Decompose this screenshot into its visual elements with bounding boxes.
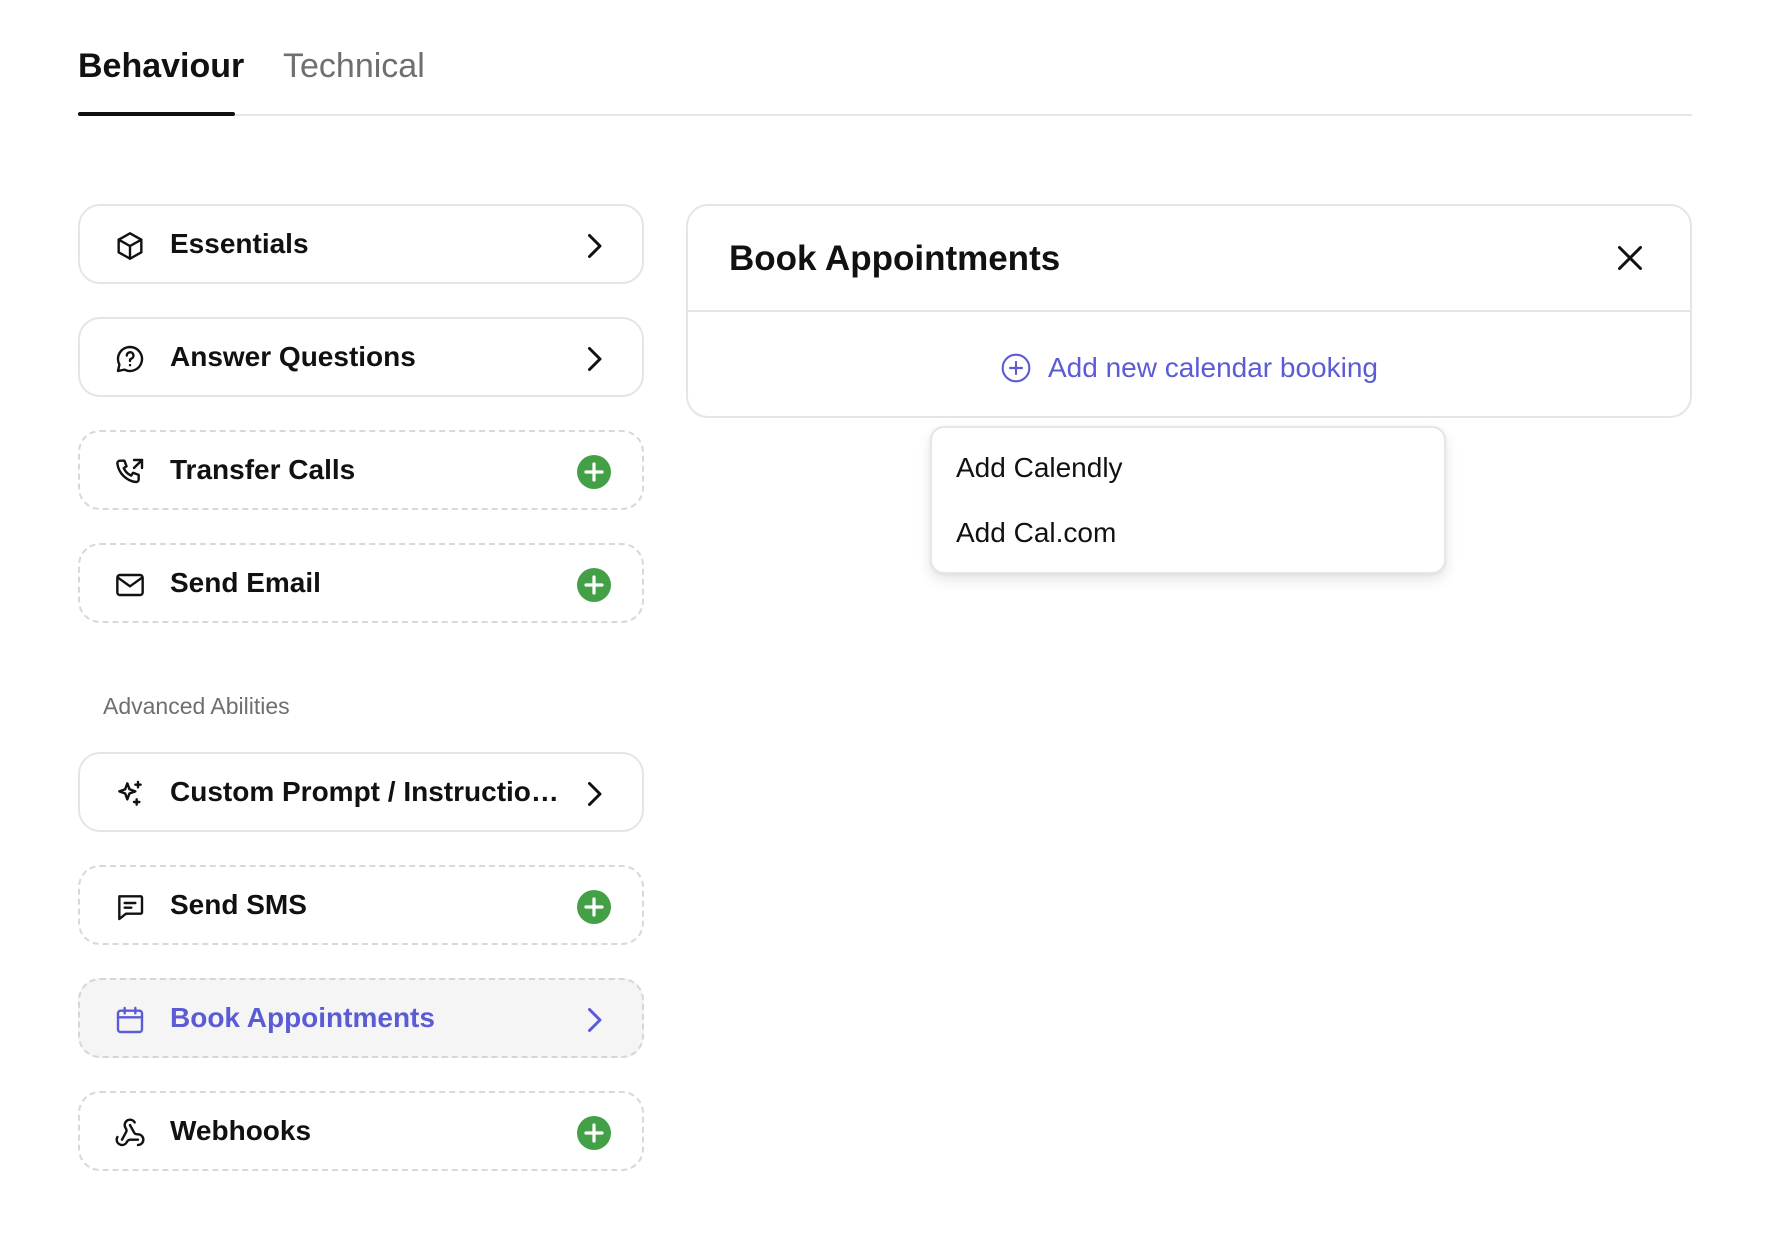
ability-label: Send Email	[170, 567, 321, 598]
sparkles-icon	[114, 778, 146, 810]
add-calendar-booking-label: Add new calendar booking	[1047, 352, 1378, 383]
book-appointments-panel: Book Appointments Add new calendar booki…	[686, 204, 1692, 418]
tab-technical[interactable]: Technical	[283, 44, 425, 88]
ability-webhooks[interactable]: Webhooks	[78, 1091, 644, 1171]
ability-label: Book Appointments	[170, 1002, 435, 1033]
ability-send-email[interactable]: Send Email	[78, 543, 644, 623]
chat-question-icon	[114, 343, 146, 375]
chevron-right-icon[interactable]	[576, 1002, 612, 1038]
ability-label: Answer Questions	[170, 341, 416, 372]
active-tab-indicator	[78, 112, 235, 116]
panel-header: Book Appointments	[688, 206, 1690, 312]
webhook-icon	[114, 1117, 146, 1149]
calendar-provider-menu: Add Calendly Add Cal.com	[930, 426, 1446, 574]
box-icon	[114, 230, 146, 262]
phone-forward-icon	[114, 456, 146, 488]
tab-bar: Behaviour Technical	[78, 0, 1692, 116]
close-button[interactable]	[1612, 240, 1648, 276]
close-icon	[1618, 246, 1642, 270]
ability-label: Send SMS	[170, 889, 307, 920]
plus-circle-icon[interactable]	[576, 454, 612, 490]
ability-label: Webhooks	[170, 1115, 312, 1146]
ability-label: Custom Prompt / Instructions	[170, 776, 560, 807]
chevron-right-icon[interactable]	[576, 341, 612, 377]
menu-item-add-cal-com[interactable]: Add Cal.com	[956, 514, 1116, 552]
ability-label: Essentials	[170, 228, 309, 259]
ability-answer-questions[interactable]: Answer Questions	[78, 317, 644, 397]
panel-title: Book Appointments	[729, 239, 1061, 278]
chevron-right-icon[interactable]	[576, 776, 612, 812]
add-calendar-booking-button[interactable]: Add new calendar booking	[688, 346, 1690, 390]
chevron-right-icon[interactable]	[576, 228, 612, 264]
ability-label: Transfer Calls	[170, 454, 356, 485]
ability-custom-prompt[interactable]: Custom Prompt / Instructions	[78, 752, 644, 832]
plus-circle-icon[interactable]	[576, 889, 612, 925]
plus-circle-icon[interactable]	[576, 567, 612, 603]
calendar-icon	[114, 1004, 146, 1036]
ability-book-appointments[interactable]: Book Appointments	[78, 978, 644, 1058]
plus-circle-outline-icon	[1000, 352, 1032, 384]
menu-item-add-calendly[interactable]: Add Calendly	[956, 449, 1123, 487]
tab-behaviour[interactable]: Behaviour	[78, 44, 244, 88]
plus-circle-icon[interactable]	[576, 1115, 612, 1151]
mail-icon	[114, 569, 146, 601]
ability-send-sms[interactable]: Send SMS	[78, 865, 644, 945]
message-square-icon	[114, 891, 146, 923]
advanced-abilities-heading: Advanced Abilities	[103, 693, 290, 719]
ability-transfer-calls[interactable]: Transfer Calls	[78, 430, 644, 510]
ability-essentials[interactable]: Essentials	[78, 204, 644, 284]
